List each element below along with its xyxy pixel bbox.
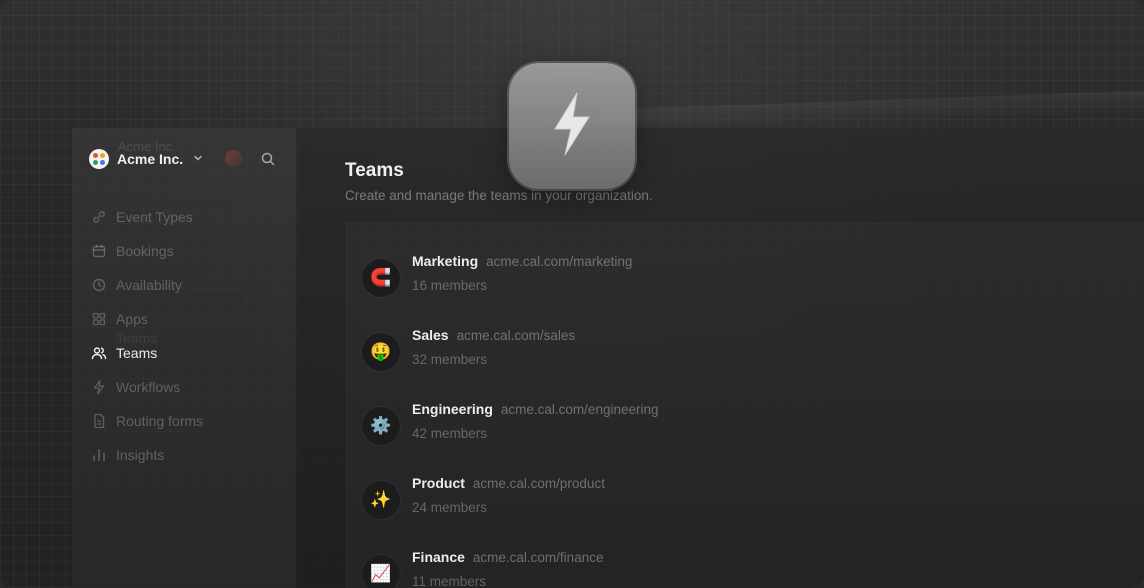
team-row-engineering[interactable]: ⚙️ Engineering acme.cal.com/engineering …	[362, 396, 659, 445]
team-url[interactable]: acme.cal.com/engineering	[501, 402, 659, 417]
file-icon	[90, 412, 108, 430]
zap-icon	[90, 378, 108, 396]
team-avatar: 🧲	[362, 259, 400, 297]
team-row-marketing[interactable]: 🧲 Marketing acme.cal.com/marketing 16 me…	[362, 248, 632, 297]
team-url[interactable]: acme.cal.com/sales	[457, 328, 576, 343]
org-logo	[89, 149, 109, 169]
team-members-count: 32 members	[412, 352, 488, 367]
search-icon[interactable]	[260, 151, 276, 167]
user-avatar[interactable]	[225, 150, 242, 167]
nav-item-teams[interactable]: Teams	[90, 336, 203, 370]
team-name: Product	[412, 475, 465, 491]
chevron-down-icon	[193, 153, 203, 166]
nav-label: Availability	[116, 277, 182, 293]
lightning-bolt-badge	[509, 63, 635, 189]
page-title: Teams	[345, 160, 404, 181]
team-name: Marketing	[412, 253, 479, 269]
lightning-bolt-icon	[545, 89, 599, 164]
sidebar-nav: Event Types Bookings Availability Apps T…	[90, 200, 203, 472]
team-members-count: 24 members	[412, 500, 488, 515]
team-name: Sales	[412, 327, 449, 343]
nav-item-bookings[interactable]: Bookings	[90, 234, 203, 268]
background-glare	[599, 90, 1144, 132]
calendar-icon	[90, 242, 108, 260]
team-avatar: 🤑	[362, 333, 400, 371]
nav-label: Teams	[116, 345, 158, 361]
team-members-count: 11 members	[412, 574, 487, 588]
nav-label: Event Types	[116, 209, 193, 225]
nav-label: Workflows	[116, 379, 181, 395]
users-icon	[90, 344, 108, 362]
team-row-finance[interactable]: 📈 Finance acme.cal.com/finance 11 member…	[362, 544, 603, 588]
team-members-count: 42 members	[412, 426, 488, 441]
app-frame: Acme Inc. Acme Inc. Teams Event Types Bo…	[0, 0, 1144, 588]
nav-label: Apps	[116, 311, 148, 327]
nav-item-event-types[interactable]: Event Types	[90, 200, 203, 234]
bar-chart-icon	[90, 446, 108, 464]
team-url[interactable]: acme.cal.com/marketing	[486, 254, 632, 269]
link-icon	[90, 208, 108, 226]
page-subtitle: Create and manage the teams in your orga…	[345, 188, 653, 203]
nav-item-workflows[interactable]: Workflows	[90, 370, 203, 404]
team-row-sales[interactable]: 🤑 Sales acme.cal.com/sales 32 members	[362, 322, 575, 371]
team-avatar: 📈	[362, 555, 400, 588]
nav-item-insights[interactable]: Insights	[90, 438, 203, 472]
team-avatar: ⚙️	[362, 407, 400, 445]
team-name: Finance	[412, 549, 465, 565]
nav-item-routing-forms[interactable]: Routing forms	[90, 404, 203, 438]
org-switcher[interactable]: Acme Inc.	[89, 149, 203, 169]
team-avatar: ✨	[362, 481, 400, 519]
team-row-product[interactable]: ✨ Product acme.cal.com/product 24 member…	[362, 470, 605, 519]
team-url[interactable]: acme.cal.com/finance	[473, 550, 604, 565]
org-name: Acme Inc.	[117, 151, 184, 167]
nav-label: Insights	[116, 447, 165, 463]
nav-item-availability[interactable]: Availability	[90, 268, 203, 302]
nav-label: Bookings	[116, 243, 174, 259]
team-url[interactable]: acme.cal.com/product	[473, 476, 605, 491]
nav-label: Routing forms	[116, 413, 204, 429]
clock-icon	[90, 276, 108, 294]
team-name: Engineering	[412, 401, 493, 417]
grid-icon	[90, 310, 108, 328]
team-members-count: 16 members	[412, 278, 488, 293]
nav-item-apps[interactable]: Apps	[90, 302, 203, 336]
